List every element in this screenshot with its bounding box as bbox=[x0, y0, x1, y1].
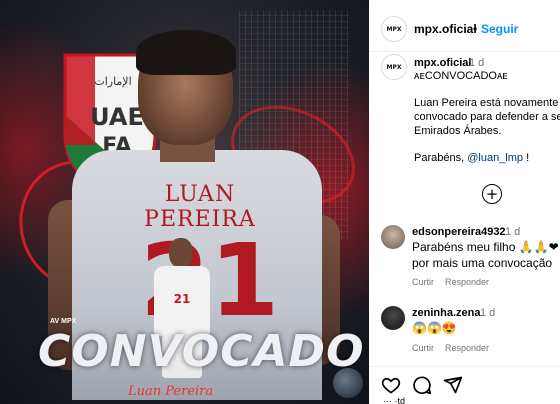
comment-username-1[interactable]: edsonpereira4932 bbox=[412, 226, 506, 238]
partial-likes-text: ··· ·td bbox=[383, 396, 405, 404]
plus-icon: + bbox=[485, 184, 499, 203]
comment-reply-button-2[interactable]: Responder bbox=[445, 343, 489, 353]
caption-line-1: ᴀᴇCONVOCADOᴀᴇ bbox=[414, 70, 508, 82]
follow-button[interactable]: Seguir bbox=[481, 22, 518, 36]
author-avatar[interactable]: MPX bbox=[381, 16, 407, 42]
comment-time-2[interactable]: 1 d bbox=[480, 307, 495, 319]
comment-avatar-2[interactable] bbox=[381, 306, 405, 330]
caption-line-5: Parabéns, @luan_lmp ! bbox=[414, 152, 529, 164]
caption-line-2: Luan Pereira está novamente bbox=[414, 97, 559, 109]
mini-player-head bbox=[169, 238, 193, 268]
player-hair bbox=[136, 30, 236, 75]
mini-player-number: 21 bbox=[173, 292, 191, 306]
sponsor-tags: AV MPX bbox=[50, 318, 77, 325]
caption-exclaim: ! bbox=[526, 152, 530, 164]
author-avatar-text: MPX bbox=[386, 25, 402, 33]
heart-icon[interactable] bbox=[381, 375, 401, 395]
caption-line-4: Emirados Árabes. bbox=[414, 125, 502, 137]
header-separator: • bbox=[473, 22, 478, 36]
caption-avatar-text: MPX bbox=[386, 63, 402, 71]
share-icon[interactable] bbox=[443, 375, 463, 395]
comment-username-2[interactable]: zeninha.zena bbox=[412, 307, 480, 319]
caption-line-3: convocado para defender a sele bbox=[414, 111, 560, 123]
logo-arabic-text: الإمارات bbox=[94, 75, 131, 88]
post-image[interactable]: الإمارات UAE FA LUAN PEREIRA 21 21 AV MP… bbox=[0, 0, 369, 404]
comment-avatar-1[interactable] bbox=[381, 225, 405, 249]
caption-username[interactable]: mpx.oficial bbox=[414, 57, 471, 69]
comment-text-1b: por mais uma convocação bbox=[412, 256, 553, 270]
logo-uae-text: UAE bbox=[90, 103, 144, 131]
comment-text-1a: Parabéns meu filho 🙏🙏❤ bbox=[412, 240, 559, 254]
comment-icon[interactable] bbox=[412, 375, 432, 395]
post-header: MPX mpx.oficial • Seguir bbox=[369, 0, 560, 52]
author-username[interactable]: mpx.oficial bbox=[414, 22, 477, 36]
headline-convocado: CONVOCADO bbox=[38, 326, 365, 377]
comment-like-button-2[interactable]: Curtir bbox=[412, 343, 434, 353]
script-player-name: Luan Pereira bbox=[128, 384, 214, 399]
comment-reply-button-1[interactable]: Responder bbox=[445, 277, 489, 287]
comment-time-1[interactable]: 1 d bbox=[505, 226, 520, 238]
caption-time[interactable]: 1 d bbox=[469, 57, 484, 69]
load-more-comments-button[interactable]: + bbox=[482, 184, 502, 204]
caption-congrats: Parabéns, bbox=[414, 152, 465, 164]
corner-ball-graphic bbox=[333, 368, 363, 398]
comment-text-2: 😱😱😍 bbox=[412, 321, 457, 335]
caption-mention-link[interactable]: @luan_lmp bbox=[467, 152, 523, 164]
comment-like-button-1[interactable]: Curtir bbox=[412, 277, 434, 287]
post-side-panel: MPX mpx.oficial • Seguir MPX mpx.oficial… bbox=[369, 0, 560, 404]
caption-avatar[interactable]: MPX bbox=[381, 54, 407, 80]
